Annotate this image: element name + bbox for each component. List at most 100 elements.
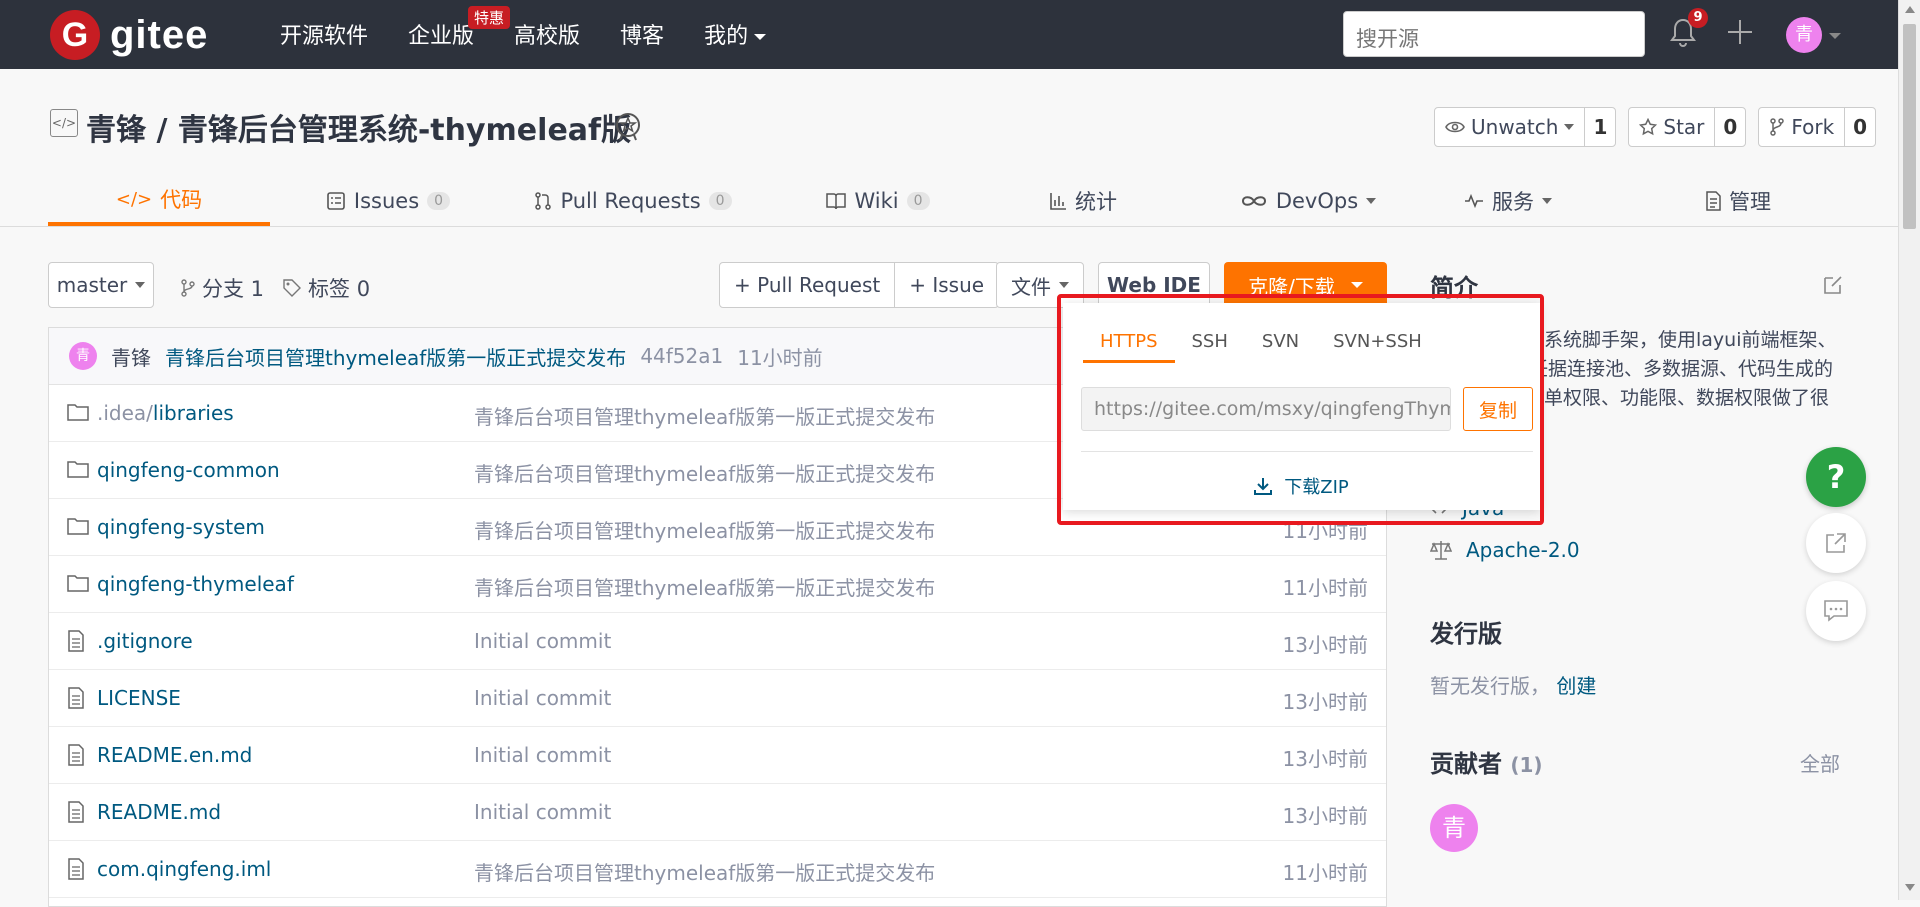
file-name[interactable]: qingfeng-common (97, 458, 280, 482)
nav-enterprise[interactable]: 企业版 特惠 (408, 6, 511, 50)
new-pull-request-button[interactable]: + Pull Request (720, 263, 894, 307)
file-row[interactable]: LICENSE Initial commit 13小时前 (49, 670, 1386, 727)
tags-link[interactable]: 标签 0 (282, 273, 370, 303)
nav-blog[interactable]: 博客 (620, 18, 664, 50)
file-commit-message[interactable]: Initial commit (474, 686, 611, 710)
file-commit-message[interactable]: 青锋后台项目管理thymeleaf版第一版正式提交发布 (474, 857, 935, 886)
file-row[interactable]: README.md Initial commit 13小时前 (49, 784, 1386, 841)
edit-icon[interactable] (1822, 274, 1844, 296)
scroll-up-icon[interactable] (1905, 6, 1915, 13)
clone-label: 克隆/下载 (1248, 274, 1335, 299)
commit-author[interactable]: 青锋 (111, 342, 151, 371)
tab-code-label: 代码 (160, 188, 203, 212)
scroll-thumb[interactable] (1903, 24, 1916, 229)
tab-svn[interactable]: SVN (1245, 331, 1316, 363)
file-commit-message[interactable]: 青锋后台项目管理thymeleaf版第一版正式提交发布 (474, 515, 935, 544)
file-name[interactable]: com.qingfeng.iml (97, 857, 271, 881)
star-button[interactable]: Star 0 (1628, 107, 1747, 147)
nav-education[interactable]: 高校版 (514, 18, 580, 50)
contributor-avatar[interactable]: 青 (1430, 804, 1478, 852)
file-row[interactable]: com.qingfeng.iml 青锋后台项目管理thymeleaf版第一版正式提… (49, 841, 1386, 898)
chevron-down-icon[interactable] (1829, 33, 1841, 39)
file-commit-message[interactable]: Initial commit (474, 743, 611, 767)
branch-name: master (56, 273, 128, 297)
branches-link[interactable]: 分支 1 (180, 273, 264, 303)
eye-icon (1445, 121, 1465, 133)
commit-message[interactable]: 青锋后台项目管理thymeleaf版第一版正式提交发布 (165, 342, 626, 371)
search-input[interactable]: 搜开源 (1343, 11, 1645, 57)
file-commit-time: 13小时前 (1282, 804, 1368, 828)
chevron-down-icon (1564, 124, 1575, 130)
tab-stats[interactable]: 统计 (1008, 176, 1158, 226)
releases-heading: 发行版 (1430, 620, 1502, 648)
nav-open-source[interactable]: 开源软件 (280, 18, 368, 50)
tab-ssh[interactable]: SSH (1175, 331, 1245, 363)
file-row[interactable]: .gitignore Initial commit 13小时前 (49, 613, 1386, 670)
commit-hash[interactable]: 44f52a1 (640, 344, 723, 368)
gvp-award-icon[interactable] (614, 111, 642, 141)
file-name[interactable]: README.en.md (97, 743, 252, 767)
file-commit-time: 11小时前 (1282, 861, 1368, 885)
branch-selector[interactable]: master (48, 262, 154, 308)
chevron-down-icon (754, 34, 767, 40)
file-name[interactable]: README.md (97, 800, 221, 824)
file-name[interactable]: qingfeng-thymeleaf (97, 572, 294, 596)
tab-code[interactable]: </> 代码 (48, 176, 270, 226)
clone-url-input[interactable]: https://gitee.com/msxy/qingfengThym (1081, 387, 1451, 431)
tab-https[interactable]: HTTPS (1083, 331, 1175, 363)
watch-count[interactable]: 1 (1584, 108, 1615, 146)
nav-mine[interactable]: 我的 (704, 18, 767, 50)
file-commit-message[interactable]: 青锋后台项目管理thymeleaf版第一版正式提交发布 (474, 458, 935, 487)
chevron-down-icon (1542, 198, 1552, 204)
file-name-label: LICENSE (97, 686, 181, 710)
file-commit-message[interactable]: 青锋后台项目管理thymeleaf版第一版正式提交发布 (474, 572, 935, 601)
message-button[interactable] (1806, 581, 1866, 641)
file-row[interactable]: qingfeng-thymeleaf 青锋后台项目管理thymeleaf版第一版正… (49, 556, 1386, 613)
star-count[interactable]: 0 (1714, 108, 1745, 146)
file-name[interactable]: qingfeng-system (97, 515, 265, 539)
file-commit-message[interactable]: Initial commit (474, 629, 611, 653)
file-commit-message[interactable]: Initial commit (474, 800, 611, 824)
gitee-logo[interactable]: G gitee (50, 10, 208, 60)
help-button[interactable]: ? (1806, 447, 1866, 507)
book-icon (826, 193, 847, 210)
tab-pull-requests[interactable]: Pull Requests 0 (508, 176, 758, 226)
all-contributors-link[interactable]: 全部 (1800, 748, 1840, 777)
plus-icon[interactable] (1726, 18, 1754, 46)
scroll-down-icon[interactable] (1905, 884, 1915, 891)
tab-devops[interactable]: DevOps (1213, 176, 1403, 226)
license-label: Apache-2.0 (1466, 538, 1580, 562)
releases-text: 暂无发行版， 创建 (1430, 670, 1596, 699)
web-ide-button[interactable]: Web IDE (1098, 262, 1210, 308)
clone-download-button[interactable]: 克隆/下载 (1224, 262, 1387, 308)
tab-manage[interactable]: 管理 (1668, 176, 1808, 226)
scale-icon (1430, 541, 1452, 560)
fork-button[interactable]: Fork 0 (1758, 107, 1877, 147)
tab-wiki[interactable]: Wiki 0 (788, 176, 968, 226)
tab-pr-count: 0 (708, 192, 732, 210)
fork-count[interactable]: 0 (1844, 108, 1875, 146)
file-commit-message[interactable]: 青锋后台项目管理thymeleaf版第一版正式提交发布 (474, 401, 935, 430)
page-scrollbar[interactable] (1898, 0, 1920, 900)
file-name-label: README.md (97, 800, 222, 824)
commit-author-avatar[interactable]: 青 (69, 342, 97, 370)
file-name[interactable]: .idea/libraries (97, 401, 234, 425)
file-name[interactable]: LICENSE (97, 686, 181, 710)
file-row[interactable]: README.en.md Initial commit 13小时前 (49, 727, 1386, 784)
new-issue-button[interactable]: + Issue (894, 263, 998, 307)
tab-svn-ssh[interactable]: SVN+SSH (1316, 331, 1439, 363)
tab-issues[interactable]: Issues 0 (318, 176, 458, 226)
star-icon (1639, 118, 1658, 136)
watch-button[interactable]: Unwatch 1 (1434, 107, 1617, 147)
share-button[interactable] (1806, 513, 1866, 573)
file-name[interactable]: .gitignore (97, 629, 193, 653)
user-avatar[interactable]: 青 (1786, 17, 1822, 53)
copy-url-button[interactable]: 复制 (1463, 387, 1533, 431)
download-zip-link[interactable]: 下载ZIP (1063, 473, 1540, 499)
repo-title[interactable]: 青锋 / 青锋后台管理系统-thymeleaf版 (86, 105, 631, 149)
file-menu-button[interactable]: 文件 (996, 262, 1084, 308)
create-release-link[interactable]: 创建 (1556, 674, 1596, 698)
divider (1081, 451, 1533, 452)
license-row[interactable]: Apache-2.0 (1430, 538, 1580, 562)
tab-services[interactable]: 服务 (1438, 176, 1578, 226)
